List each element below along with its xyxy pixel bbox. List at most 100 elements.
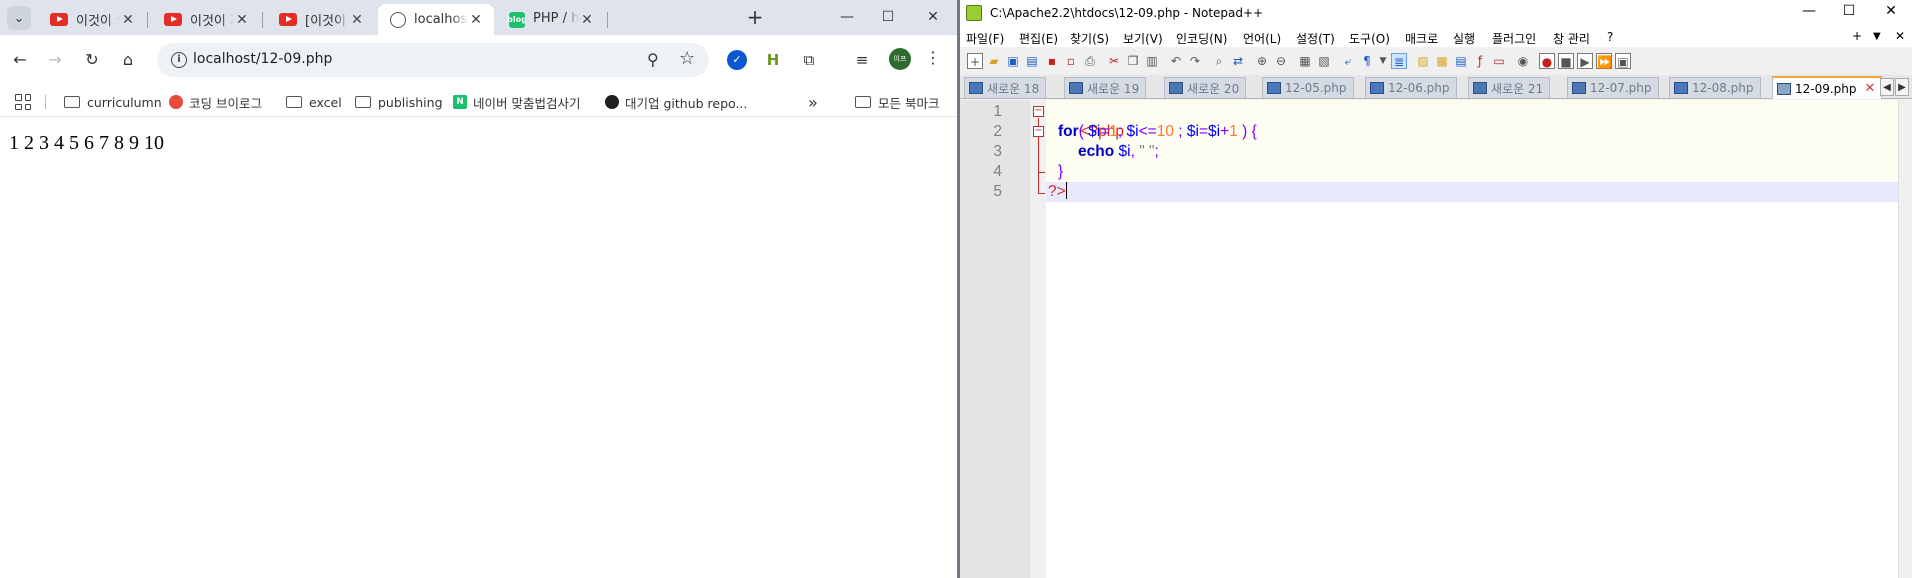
close-icon[interactable]: ✕ xyxy=(579,12,595,28)
reload-button[interactable]: ↻ xyxy=(79,47,105,73)
menu-window[interactable]: 창 관리 xyxy=(1553,30,1590,47)
bookmark-item[interactable]: N 네이버 맞춤법검사기 xyxy=(453,92,580,112)
show-all-chars-icon[interactable]: ¶ xyxy=(1359,53,1375,69)
menu-help[interactable]: ? xyxy=(1607,30,1613,44)
bookmark-item[interactable]: publishing xyxy=(355,92,443,112)
npp-tab[interactable]: 12-06.php xyxy=(1365,77,1457,98)
extensions-puzzle-icon[interactable]: ⧉ xyxy=(799,50,819,70)
save-macro-icon[interactable]: ▣ xyxy=(1615,53,1631,69)
bookmark-star-icon[interactable]: ☆ xyxy=(679,48,695,69)
redo-icon[interactable]: ↷ xyxy=(1187,53,1203,69)
menu-down-button[interactable]: ▼ xyxy=(1873,31,1881,42)
menu-run[interactable]: 실행 xyxy=(1453,30,1475,47)
find-icon[interactable]: ⌕ xyxy=(1211,53,1227,69)
code-line-current[interactable]: ?> xyxy=(1046,182,1898,202)
bookmark-item[interactable]: excel xyxy=(286,92,342,112)
address-bar[interactable]: i localhost/12-09.php ⚲ ☆ xyxy=(157,43,709,77)
avatar[interactable]: 이프 xyxy=(889,48,911,70)
browser-tab-active[interactable]: localhost/12-09.php ✕ xyxy=(378,4,494,35)
tab-scroll-right-button[interactable]: ▶ xyxy=(1895,78,1909,96)
tab-scroll-left-button[interactable]: ◀ xyxy=(1880,78,1894,96)
menu-tools[interactable]: 도구(O) xyxy=(1349,30,1390,47)
close-file-icon[interactable]: ▪ xyxy=(1044,53,1060,69)
npp-tab[interactable]: 새로운 20 xyxy=(1164,77,1247,98)
bookmark-item[interactable]: 코딩 브이로그 xyxy=(169,92,262,112)
npp-tab[interactable]: 12-08.php xyxy=(1669,77,1761,98)
browser-tab[interactable]: 이것이 오라클 ✕ xyxy=(38,4,146,35)
close-icon[interactable]: ✕ xyxy=(120,12,136,28)
close-icon[interactable]: ✕ xyxy=(1865,81,1876,96)
close-icon[interactable]: ✕ xyxy=(468,12,484,28)
sync-h-icon[interactable]: ▧ xyxy=(1316,53,1332,69)
menu-view[interactable]: 보기(V) xyxy=(1123,30,1163,47)
close-all-icon[interactable]: ▫ xyxy=(1063,53,1079,69)
extension-check-icon[interactable]: ✓ xyxy=(727,50,747,70)
udl-icon[interactable]: ▨ xyxy=(1415,53,1431,69)
bookmarks-overflow-button[interactable]: » xyxy=(808,92,818,112)
extension-ladder-icon[interactable]: H xyxy=(763,50,783,70)
fold-minus-icon[interactable]: − xyxy=(1033,126,1044,137)
monitoring-icon[interactable]: ◉ xyxy=(1515,53,1531,69)
zoom-icon[interactable]: ⚲ xyxy=(647,50,659,69)
code-editor[interactable]: 1 2 3 4 5 − − <?php for( $i=1; $i<=10 ; … xyxy=(960,100,1912,578)
maximize-button[interactable]: ☐ xyxy=(1834,3,1864,19)
npp-tab-active[interactable]: 12-09.php ✕ xyxy=(1772,76,1883,99)
bookmark-item[interactable]: curriculumn xyxy=(64,92,162,112)
site-info-icon[interactable]: i xyxy=(171,52,187,68)
doc-map-icon[interactable]: ▩ xyxy=(1434,53,1450,69)
address-url[interactable]: localhost/12-09.php xyxy=(193,51,332,67)
close-window-button[interactable]: ✕ xyxy=(918,6,948,28)
folder-workspace-icon[interactable]: ▭ xyxy=(1491,53,1507,69)
tab-search-button[interactable]: ⌄ xyxy=(7,6,31,30)
menu-macro[interactable]: 매크로 xyxy=(1405,30,1438,47)
code-line[interactable]: for( $i=1; $i<=10 ; $i=$i+1 ) { xyxy=(1046,122,1898,142)
minimize-button[interactable]: — xyxy=(832,6,862,28)
menu-close-doc-button[interactable]: ✕ xyxy=(1895,29,1905,43)
copy-icon[interactable]: ❐ xyxy=(1125,53,1141,69)
browser-tab[interactable]: 이것이 자바다 ✕ xyxy=(152,4,260,35)
menu-plugins[interactable]: 플러그인 xyxy=(1492,30,1536,47)
npp-tab[interactable]: 새로운 19 xyxy=(1064,77,1147,98)
code-text-area[interactable]: <?php for( $i=1; $i<=10 ; $i=$i+1 ) { ec… xyxy=(1046,100,1898,578)
code-line[interactable]: } xyxy=(1046,162,1898,182)
browser-tab[interactable]: blog PHP / html 🕮 ✕ xyxy=(497,4,605,35)
menu-plus-button[interactable]: + xyxy=(1852,29,1862,43)
close-window-button[interactable]: ✕ xyxy=(1876,3,1906,19)
indent-guide-icon[interactable]: ≣ xyxy=(1391,53,1407,69)
new-file-icon[interactable]: + xyxy=(967,53,983,69)
open-file-icon[interactable]: ▰ xyxy=(986,53,1002,69)
menu-encoding[interactable]: 인코딩(N) xyxy=(1176,30,1227,47)
fold-minus-icon[interactable]: − xyxy=(1033,106,1044,117)
zoom-out-icon[interactable]: ⊖ xyxy=(1273,53,1289,69)
media-control-icon[interactable]: ≡ xyxy=(852,50,872,70)
all-bookmarks-button[interactable]: 모든 북마크 xyxy=(855,92,939,112)
record-macro-icon[interactable]: ● xyxy=(1539,53,1555,69)
paste-icon[interactable]: ▥ xyxy=(1144,53,1160,69)
replace-icon[interactable]: ⇄ xyxy=(1230,53,1246,69)
save-icon[interactable]: ▣ xyxy=(1005,53,1021,69)
npp-tab[interactable]: 새로운 18 xyxy=(964,77,1047,98)
apps-grid-icon[interactable] xyxy=(15,94,31,110)
back-button[interactable]: ← xyxy=(7,47,33,73)
code-line[interactable]: <?php xyxy=(1046,102,1898,140)
new-tab-button[interactable]: + xyxy=(745,7,765,28)
bookmark-item[interactable]: 대기업 github repo... xyxy=(605,92,747,112)
doc-list-icon[interactable]: ▤ xyxy=(1453,53,1469,69)
menu-language[interactable]: 언어(L) xyxy=(1243,30,1281,47)
more-menu-icon[interactable]: ⋮ xyxy=(925,48,941,67)
menu-settings[interactable]: 설정(T) xyxy=(1296,30,1335,47)
minimize-button[interactable]: — xyxy=(1794,3,1824,19)
chevron-down-icon[interactable]: ▼ xyxy=(1375,53,1391,69)
close-icon[interactable]: ✕ xyxy=(349,12,365,28)
undo-icon[interactable]: ↶ xyxy=(1168,53,1184,69)
menu-edit[interactable]: 편집(E) xyxy=(1019,30,1058,47)
stop-macro-icon[interactable]: ■ xyxy=(1558,53,1574,69)
menu-search[interactable]: 찾기(S) xyxy=(1070,30,1109,47)
print-icon[interactable]: ⎙ xyxy=(1082,53,1098,69)
npp-tab[interactable]: 새로운 21 xyxy=(1468,77,1551,98)
function-list-icon[interactable]: ƒ xyxy=(1472,53,1488,69)
play-macro-icon[interactable]: ▶ xyxy=(1577,53,1593,69)
save-all-icon[interactable]: ▤ xyxy=(1024,53,1040,69)
menu-file[interactable]: 파일(F) xyxy=(966,30,1004,47)
zoom-in-icon[interactable]: ⊕ xyxy=(1254,53,1270,69)
